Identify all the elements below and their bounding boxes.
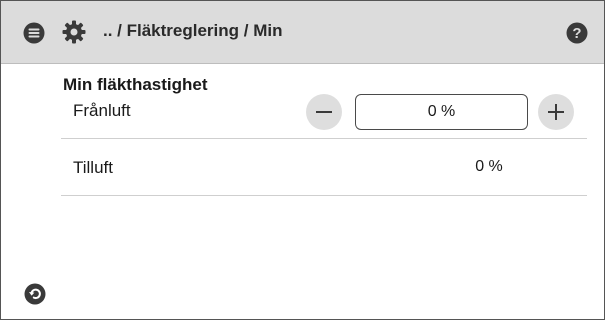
row-label-tilluft: Tilluft	[73, 158, 113, 177]
plus-icon	[548, 104, 564, 120]
menu-icon[interactable]	[23, 22, 45, 49]
help-icon[interactable]: ?	[566, 22, 588, 49]
row-divider	[61, 195, 587, 196]
row-label-franluft: Frånluft	[73, 101, 131, 120]
tilluft-value: 0 %	[475, 158, 503, 175]
gear-icon[interactable]	[61, 19, 87, 50]
franluft-value-field[interactable]: 0 %	[355, 94, 528, 130]
breadcrumb-title: .. / Fläktreglering / Min	[103, 21, 283, 40]
row-divider	[61, 138, 587, 139]
decrease-button[interactable]	[306, 94, 342, 130]
screen: .. / Fläktreglering / Min ? Min fläkthas…	[0, 0, 605, 320]
svg-text:?: ?	[572, 25, 581, 42]
header-bar: .. / Fläktreglering / Min ?	[1, 1, 604, 64]
increase-button[interactable]	[538, 94, 574, 130]
section-title: Min fläkthastighet	[63, 75, 208, 94]
minus-icon	[316, 111, 332, 113]
back-icon[interactable]	[24, 283, 46, 310]
